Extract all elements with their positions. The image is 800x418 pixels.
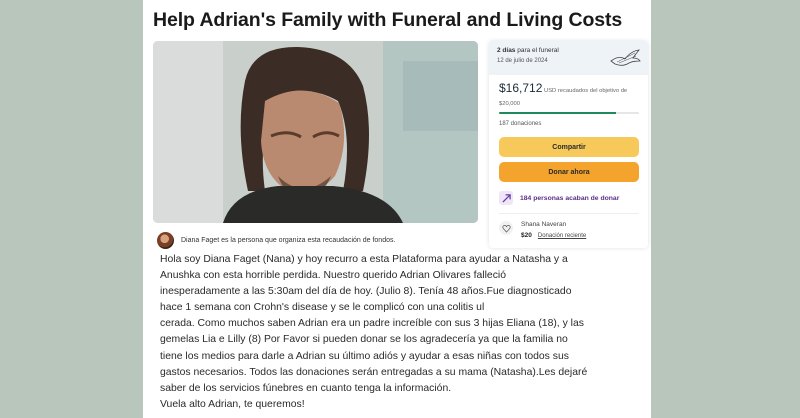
days-count: 2 días <box>497 47 516 54</box>
donor-name: Shana Naveran <box>521 221 567 228</box>
donor-amount: $20 <box>521 232 532 239</box>
recent-donors-label: 184 personas acaban de donar <box>520 194 620 202</box>
days-purpose: para el funeral <box>515 47 559 54</box>
raised-suffix: USD recaudados del objetivo de <box>542 88 628 94</box>
organizer-row: Diana Faget es la persona que organiza e… <box>157 231 477 249</box>
story-line: tiene los medios para darle a Adrian su … <box>160 350 569 362</box>
donation-card: 2 días para el funeral 12 de julio de 20… <box>489 41 648 248</box>
portrait-image <box>153 41 478 223</box>
card-divider <box>499 213 639 214</box>
donor-heart-icon <box>499 221 513 235</box>
goal-amount: $20,000 <box>499 101 520 107</box>
campaign-photo[interactable] <box>153 41 478 223</box>
recent-donation-link[interactable]: Donación reciente <box>538 233 586 239</box>
progress-bar <box>499 112 639 114</box>
trend-up-icon <box>499 191 513 205</box>
dove-icon <box>610 49 641 66</box>
story-line: cerada. Como muchos saben Adrian era un … <box>160 318 584 330</box>
recent-donors-row[interactable]: 184 personas acaban de donar <box>499 190 619 206</box>
organizer-text: Diana Faget es la persona que organiza e… <box>181 236 396 244</box>
progress-fill <box>499 112 616 114</box>
donate-button[interactable]: Donar ahora <box>499 162 639 182</box>
raised-amount: $16,712 <box>499 81 543 95</box>
amount-raised: $16,712 USD recaudados del objetivo de $… <box>499 81 639 109</box>
story-line: inesperadamente a las 5:30am del día de … <box>160 286 572 298</box>
deadline-date: 12 de julio de 2024 <box>497 58 548 64</box>
donation-count: 187 donaciones <box>499 121 542 127</box>
story-line: saber de los servicios fúnebres en cuant… <box>160 382 452 394</box>
share-button[interactable]: Compartir <box>499 137 639 157</box>
story-line: gastos necesarios. Todos las donaciones … <box>160 366 588 378</box>
campaign-title: Help Adrian's Family with Funeral and Li… <box>153 9 623 31</box>
story-text: Hola soy Diana Faget (Nana) y hoy recurr… <box>160 252 630 413</box>
story-line: Vuela alto Adrian, te queremos! <box>160 398 305 410</box>
story-line: hace 1 semana con Crohn's disease y se l… <box>160 302 485 314</box>
days-remaining: 2 días para el funeral <box>497 47 559 54</box>
story-line: Anushka con esta horrible perdida. Nuest… <box>160 270 506 282</box>
organizer-avatar <box>157 231 174 249</box>
story-line: Hola soy Diana Faget (Nana) y hoy recurr… <box>160 254 568 265</box>
story-line: gemelas Lia e Lilly (8) Por Favor si pue… <box>160 334 568 346</box>
deadline-banner: 2 días para el funeral 12 de julio de 20… <box>489 41 648 75</box>
recent-donation-item: Shana Naveran $20 Donación reciente <box>499 219 639 243</box>
